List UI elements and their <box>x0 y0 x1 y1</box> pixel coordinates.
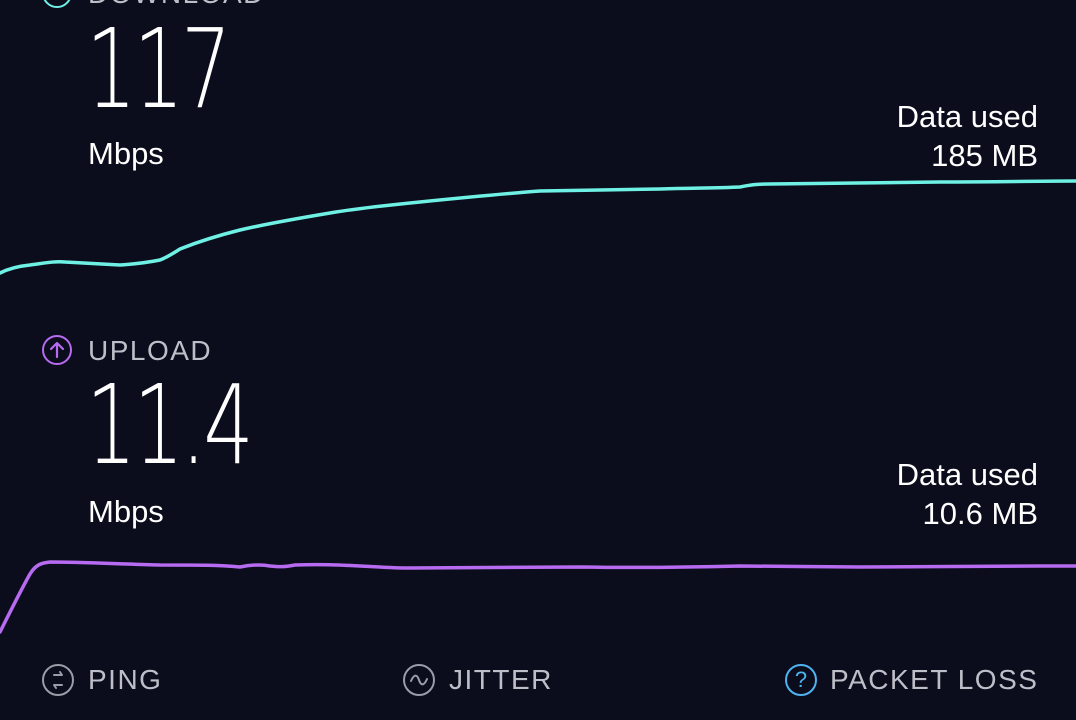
upload-unit: Mbps <box>88 494 164 529</box>
metrics-row: PING JITTER ? PACKET LOSS <box>0 660 1076 720</box>
arrow-up-circle-icon <box>42 335 72 365</box>
packet-loss-label: PACKET LOSS <box>830 664 1039 695</box>
upload-data-used-value: 10.6 MB <box>922 496 1038 531</box>
help-icon[interactable]: ? <box>785 664 817 696</box>
download-graph <box>0 179 1076 275</box>
upload-data-used-label: Data used <box>896 457 1038 492</box>
jitter-icon <box>403 664 435 696</box>
upload-graph <box>0 560 1076 634</box>
download-section: DOWNLOAD 117 Mbps Data used 185 MB <box>0 0 1076 290</box>
upload-speed-value: 11.4 <box>86 361 254 489</box>
upload-graph-line <box>0 560 1076 634</box>
jitter-label: JITTER <box>449 664 553 695</box>
download-graph-line <box>0 179 1076 275</box>
packet-loss-metric[interactable]: ? PACKET LOSS <box>785 660 1045 704</box>
ping-label: PING <box>88 664 163 695</box>
ping-icon <box>42 664 74 696</box>
